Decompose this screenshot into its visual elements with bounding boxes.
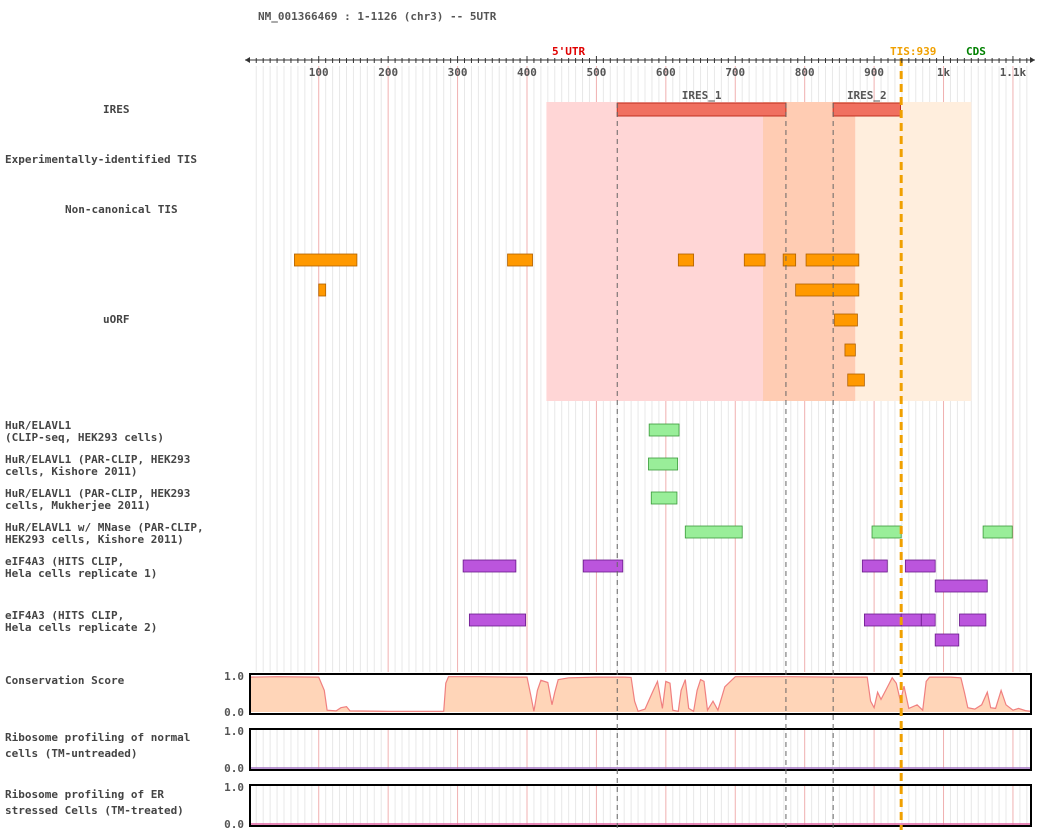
hur-binding-site xyxy=(684,525,743,539)
conservation-ytick-label: 1.0 xyxy=(224,670,244,683)
eif4a3-binding-site xyxy=(904,559,936,573)
track-label-ribo-er-line1: Ribosome profiling of ER xyxy=(5,788,164,801)
uorf-bar xyxy=(844,343,856,357)
hur-binding-site xyxy=(648,423,680,437)
eif4a3-binding-site xyxy=(861,559,888,573)
track-label-exp-tis: Experimentally-identified TIS xyxy=(5,153,197,166)
track-label-hur-mukherjee-line2: cells, Mukherjee 2011) xyxy=(5,499,151,512)
axis-tick-label: 800 xyxy=(795,66,815,79)
track-label-ribo-normal-line1: Ribosome profiling of normal xyxy=(5,731,190,744)
axis-arrow-left xyxy=(245,57,250,63)
track-label-hur-clip-line2: (CLIP-seq, HEK293 cells) xyxy=(5,431,164,444)
ribo-ytick-label: 1.0 xyxy=(224,725,244,738)
uorf-bar xyxy=(318,283,327,297)
uorf-bar xyxy=(677,253,695,267)
eif4a3-binding-site xyxy=(863,613,902,627)
track-label-ribo-normal-line2: cells (TM-untreaded) xyxy=(5,747,137,760)
track-label-uorf: uORF xyxy=(103,313,130,326)
uorf-bar xyxy=(805,253,860,267)
axis-tick-label: 600 xyxy=(656,66,676,79)
hur-binding-site xyxy=(871,525,902,539)
cds-marker-label: CDS xyxy=(966,45,986,58)
axis-tick-label: 300 xyxy=(448,66,468,79)
genome-track-chart: IRES_1 IRES_2 1.0 0.0 1.0 0.0 1.0 0.0 100 200 300… xyxy=(5,10,1035,831)
uorf-bar xyxy=(294,253,358,267)
uorf-bar xyxy=(743,253,766,267)
axis-arrow-right xyxy=(1030,57,1035,63)
ires-shading-layer xyxy=(546,102,972,401)
track-label-hur-mnase-line2: HEK293 cells, Kishore 2011) xyxy=(5,533,184,546)
track-label-hur-kishore-line2: cells, Kishore 2011) xyxy=(5,465,137,478)
hur-binding-site xyxy=(650,491,678,505)
ribo-ytick-label: 1.0 xyxy=(224,781,244,794)
ires-bar-label: IRES_1 xyxy=(682,89,722,102)
ires-shade-region xyxy=(763,102,856,401)
eif4a3-binding-site xyxy=(462,559,517,573)
uorf-bar xyxy=(782,253,797,267)
conservation-ytick-label: 0.0 xyxy=(224,706,244,719)
uorf-bar xyxy=(847,373,865,387)
ires-bar xyxy=(616,102,787,117)
track-label-noncanonical-tis: Non-canonical TIS xyxy=(65,203,178,216)
track-label-eif4a3-rep1-line2: Hela cells replicate 1) xyxy=(5,567,157,580)
ires-shade-region xyxy=(855,102,972,401)
track-label-eif4a3-rep2-line2: Hela cells replicate 2) xyxy=(5,621,157,634)
axis-tick-label: 100 xyxy=(309,66,329,79)
hur-binding-site xyxy=(648,457,679,471)
header-title: NM_001366469 : 1-1126 (chr3) -- 5UTR xyxy=(258,10,497,23)
ires-bar xyxy=(832,102,901,117)
tis-marker-label: TIS:939 xyxy=(890,45,936,58)
track-label-conservation: Conservation Score xyxy=(5,674,125,687)
utr-marker-label: 5'UTR xyxy=(552,45,585,58)
axis-tick-label: 400 xyxy=(517,66,537,79)
eif4a3-binding-site xyxy=(900,613,922,627)
uorf-bar xyxy=(834,313,858,327)
axis-tick-label: 1k xyxy=(937,66,951,79)
axis-tick-label: 1.1k xyxy=(1000,66,1027,79)
uorf-bar xyxy=(507,253,533,267)
axis-tick-label: 900 xyxy=(864,66,884,79)
uorf-bar xyxy=(795,283,860,297)
axis-tick-label: 700 xyxy=(725,66,745,79)
ribo-ytick-label: 0.0 xyxy=(224,818,244,831)
eif4a3-binding-site xyxy=(934,633,960,647)
ruler-axis: 100 200 300 400 500 600 700 800 900 1k 1.1k xyxy=(245,56,1035,79)
ribo-ytick-label: 0.0 xyxy=(224,762,244,775)
eif4a3-binding-site xyxy=(934,579,988,593)
axis-tick-label: 200 xyxy=(378,66,398,79)
axis-tick-label: 500 xyxy=(586,66,606,79)
eif4a3-binding-site xyxy=(468,613,527,627)
eif4a3-binding-site xyxy=(959,613,987,627)
conservation-line xyxy=(249,676,1032,713)
ires-shade-region xyxy=(546,102,764,401)
eif4a3-binding-site xyxy=(920,613,936,627)
track-label-ires: IRES xyxy=(103,103,130,116)
ires-bar-label: IRES_2 xyxy=(847,89,887,102)
hur-binding-site xyxy=(982,525,1013,539)
track-label-ribo-er-line2: stressed Cells (TM-treated) xyxy=(5,804,184,817)
